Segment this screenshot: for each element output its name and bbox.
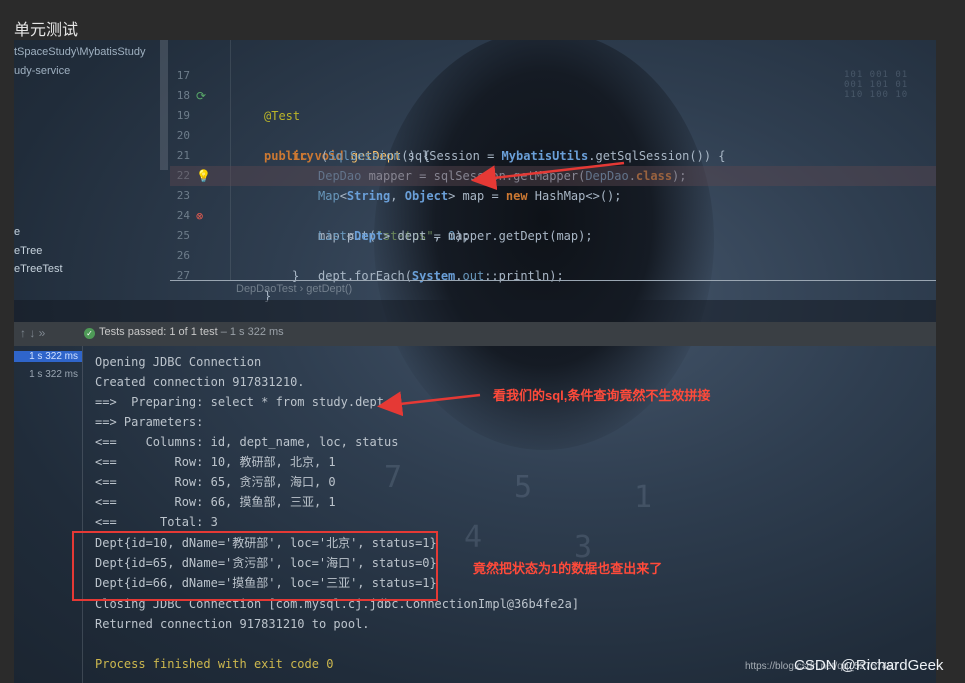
annotation-arrows: [377, 161, 625, 417]
window-title: 单元测试: [14, 22, 79, 39]
arrow-to-map-put: [471, 161, 625, 191]
watermark-csdn: CSDN @RichardGeek: [794, 657, 944, 674]
page-margin: [936, 40, 965, 683]
ide-screenshot: 101 001 01 001 101 01 110 100 10 7 4 5 3 1…: [14, 40, 936, 683]
arrow-to-sql: [377, 391, 481, 417]
